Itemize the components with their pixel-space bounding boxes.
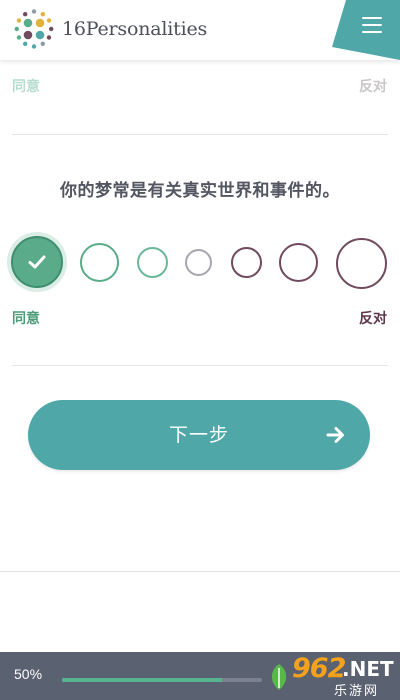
watermark-suffix: .NET <box>342 657 394 681</box>
watermark-site-name: 乐游网 <box>334 684 380 699</box>
logo-dots-icon <box>14 9 54 49</box>
answer-option-6[interactable] <box>279 243 318 282</box>
site-watermark: 962 .NET 乐游网 <box>262 652 400 700</box>
menu-button[interactable] <box>332 0 400 60</box>
agree-label: 同意 <box>12 311 40 327</box>
answer-option-2[interactable] <box>80 243 119 282</box>
brand-name: 16Personalities <box>62 18 208 40</box>
arrow-right-icon <box>326 427 344 443</box>
answer-option-5[interactable] <box>231 247 262 278</box>
next-step-button[interactable]: 下一步 <box>28 400 370 470</box>
previous-disagree-label: 反对 <box>359 79 387 95</box>
answer-option-4[interactable] <box>185 249 212 276</box>
answer-scale-labels: 同意 反对 <box>0 306 400 328</box>
content-bottom-divider <box>0 571 400 572</box>
previous-question-labels: 同意 反对 <box>0 74 400 98</box>
previous-agree-label: 同意 <box>12 79 40 95</box>
disagree-label: 反对 <box>359 311 387 327</box>
answer-option-7[interactable] <box>336 238 387 289</box>
leaf-logo-icon <box>271 664 287 690</box>
site-logo[interactable]: 16Personalities <box>12 7 207 51</box>
next-step-label: 下一步 <box>168 424 229 446</box>
top-header: 16Personalities <box>0 0 400 60</box>
progress-fill <box>62 678 222 682</box>
question-divider-top <box>12 134 388 135</box>
answer-option-3[interactable] <box>137 247 168 278</box>
progress-percent: 50% <box>14 666 43 682</box>
hamburger-icon <box>362 17 382 34</box>
answer-option-1[interactable] <box>11 236 63 288</box>
check-icon <box>28 255 46 269</box>
progress-track <box>62 678 262 682</box>
question-divider-bottom <box>12 365 388 366</box>
answer-scale <box>0 234 400 292</box>
question-text: 你的梦常是有关真实世界和事件的。 <box>60 181 340 201</box>
